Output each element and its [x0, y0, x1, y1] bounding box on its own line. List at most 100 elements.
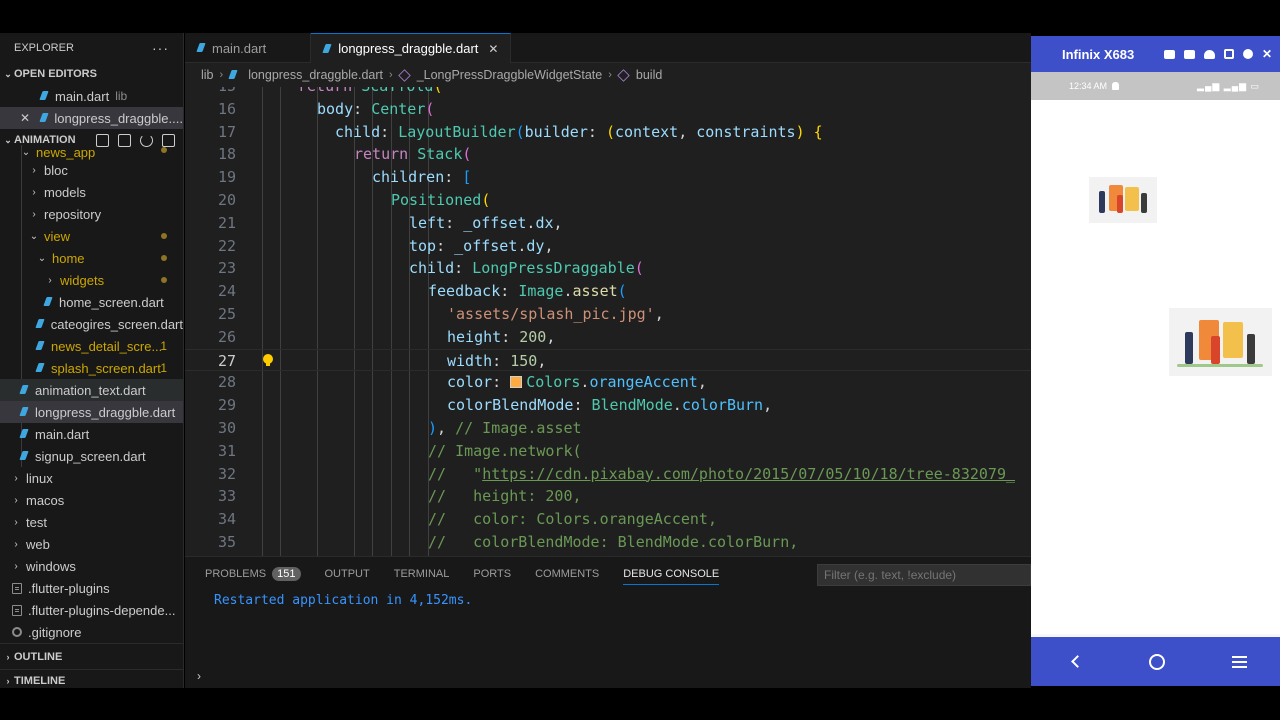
- tree-file-flutter-plugins-dep[interactable]: .flutter-plugins-depende...: [0, 599, 183, 621]
- breadcrumb: lib › longpress_draggble.dart › _LongPre…: [185, 63, 1031, 87]
- tree-folder-models[interactable]: › models: [0, 181, 183, 203]
- illustration-figure: [1211, 336, 1220, 364]
- tree-folder-bloc[interactable]: › bloc: [0, 159, 183, 181]
- tab-terminal[interactable]: TERMINAL: [394, 557, 450, 591]
- tree-folder-repository[interactable]: › repository: [0, 203, 183, 225]
- chevron-right-icon: ›: [14, 516, 18, 528]
- tree-folder-windows[interactable]: › windows: [0, 555, 183, 577]
- close-icon[interactable]: ✕: [20, 111, 32, 125]
- illustration-figure: [1099, 191, 1105, 213]
- tree-label: cateogires_screen.dart: [50, 316, 183, 332]
- tree-folder-view[interactable]: ⌄ view: [0, 225, 183, 247]
- editor-tabs: main.dart longpress_draggble.dart ✕: [185, 33, 1031, 63]
- tree-file-news-detail[interactable]: news_detail_scre... 1: [0, 335, 183, 357]
- emulator-toolbar: ✕: [1163, 47, 1280, 61]
- dart-file-icon: [36, 341, 46, 351]
- breadcrumb-method[interactable]: build: [636, 68, 662, 82]
- tree-file-categories[interactable]: cateogires_screen.dart: [0, 313, 183, 335]
- gear-icon[interactable]: [1242, 49, 1253, 59]
- outline-section[interactable]: › OUTLINE: [0, 643, 183, 669]
- fullscreen-icon[interactable]: [1223, 49, 1234, 59]
- line-number: 31: [217, 441, 236, 460]
- home-icon[interactable]: [1148, 653, 1165, 670]
- back-icon[interactable]: [1070, 655, 1084, 668]
- modified-dot: [161, 233, 167, 239]
- camera-icon[interactable]: [1163, 49, 1175, 59]
- more-actions-icon[interactable]: ···: [152, 40, 169, 56]
- tree-label: signup_screen.dart: [35, 448, 146, 464]
- tree-label: main.dart: [35, 426, 90, 442]
- dart-file-icon: [323, 44, 333, 54]
- tree-folder-macos[interactable]: › macos: [0, 489, 183, 511]
- video-icon[interactable]: [1183, 49, 1195, 59]
- color-swatch-icon[interactable]: [510, 376, 523, 389]
- explorer-sidebar: EXPLORER ··· ⌄ OPEN EDITORS main.dart li…: [0, 33, 184, 688]
- tab-debug-console[interactable]: DEBUG CONSOLE: [623, 557, 719, 591]
- close-icon[interactable]: ✕: [488, 42, 498, 56]
- tree-file-splash[interactable]: splash_screen.dart 1: [0, 357, 183, 379]
- chevron-right-icon: ›: [14, 560, 18, 572]
- open-editor-longpress[interactable]: ✕ longpress_draggble....: [0, 107, 183, 129]
- tree-folder-test[interactable]: › test: [0, 511, 183, 533]
- tree-folder-widgets[interactable]: › widgets: [0, 269, 183, 291]
- open-editor-label: main.dart: [55, 88, 110, 104]
- tree-file-longpress[interactable]: longpress_draggble.dart: [0, 401, 183, 423]
- outline-label: OUTLINE: [14, 650, 63, 663]
- chevron-right-icon: ›: [14, 494, 18, 506]
- line-number: 18: [217, 145, 236, 164]
- code-line: 25'assets/splash_pic.jpg',: [185, 303, 1031, 326]
- tab-comments[interactable]: COMMENTS: [535, 557, 599, 591]
- line-number: 30: [217, 418, 236, 437]
- dart-file-icon: [20, 429, 30, 439]
- code-editor[interactable]: 15return Scaffold( 16body: Center( 17chi…: [185, 87, 1031, 556]
- open-editor-main[interactable]: main.dart lib: [0, 85, 183, 107]
- line-number: 23: [217, 259, 236, 278]
- tree-label: web: [26, 536, 50, 552]
- code-line: 30), // Image.asset: [185, 417, 1031, 440]
- tab-output[interactable]: OUTPUT: [325, 557, 370, 591]
- tab-problems[interactable]: PROBLEMS 151: [205, 557, 301, 591]
- tab-longpress-draggble[interactable]: longpress_draggble.dart ✕: [311, 33, 512, 63]
- chevron-right-icon: ›: [6, 651, 10, 662]
- screen-frame: EXPLORER ··· ⌄ OPEN EDITORS main.dart li…: [0, 0, 1280, 720]
- dart-file-icon: [44, 297, 54, 307]
- tree-folder-linux[interactable]: › linux: [0, 467, 183, 489]
- console-prompt-icon[interactable]: ›: [197, 669, 201, 683]
- timeline-section[interactable]: › TIMELINE: [0, 669, 183, 688]
- tree-folder-news-app[interactable]: ⌄ news_app: [0, 145, 183, 160]
- tree-file-signup[interactable]: signup_screen.dart: [0, 445, 183, 467]
- tree-label: .flutter-plugins: [28, 580, 110, 596]
- tab-label: PROBLEMS: [205, 568, 267, 580]
- console-filter-input[interactable]: [817, 564, 1031, 586]
- chevron-down-icon: ⌄: [29, 230, 39, 242]
- tab-main-dart[interactable]: main.dart: [185, 33, 312, 63]
- draggable-image-thumbnail[interactable]: [1089, 177, 1157, 223]
- tree-file-gitignore[interactable]: .gitignore: [0, 621, 183, 643]
- tree-file-flutter-plugins[interactable]: .flutter-plugins: [0, 577, 183, 599]
- tree-file-home-screen[interactable]: home_screen.dart: [0, 291, 183, 313]
- code-line: 34// color: Colors.orangeAccent,: [185, 508, 1031, 531]
- tree-folder-web[interactable]: › web: [0, 533, 183, 555]
- breadcrumb-file[interactable]: longpress_draggble.dart: [248, 68, 383, 82]
- line-number: 19: [217, 168, 236, 187]
- tab-ports[interactable]: PORTS: [473, 557, 511, 591]
- tree-file-animation-text[interactable]: animation_text.dart: [0, 379, 183, 401]
- line-number: 33: [217, 487, 236, 506]
- breadcrumb-class[interactable]: _LongPressDraggbleWidgetState: [417, 68, 603, 82]
- tree-folder-home[interactable]: ⌄ home: [0, 247, 183, 269]
- modified-dot: [161, 147, 167, 153]
- close-icon[interactable]: ✕: [1262, 47, 1272, 61]
- tree-label: bloc: [44, 162, 68, 178]
- illustration-phone: [1223, 322, 1243, 358]
- headphones-icon[interactable]: [1203, 49, 1215, 59]
- menu-icon[interactable]: [1231, 655, 1247, 668]
- open-editors-section[interactable]: ⌄ OPEN EDITORS: [0, 63, 183, 85]
- tree-file-main[interactable]: main.dart: [0, 423, 183, 445]
- phone-app-screen[interactable]: [1031, 100, 1280, 670]
- breadcrumb-lib[interactable]: lib: [201, 68, 214, 82]
- line-number: 17: [217, 122, 236, 141]
- lightbulb-icon[interactable]: [263, 353, 273, 367]
- dragged-image-feedback[interactable]: [1169, 308, 1272, 376]
- text-file-icon: [12, 604, 22, 616]
- code-line: 21 left: _offset.dx,: [185, 212, 1031, 235]
